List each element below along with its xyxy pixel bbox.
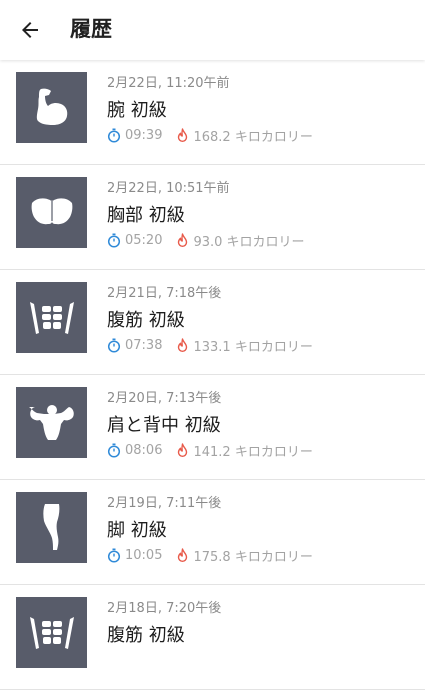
workout-duration: 05:20 [125, 233, 163, 248]
workout-name: 腕 初級 [107, 100, 167, 121]
abs-icon [29, 616, 74, 649]
arm-muscle-icon [36, 88, 67, 125]
workout-stats: 07:38 133.1 キロカロリー [107, 336, 313, 355]
workout-date: 2月21日, 7:18午後 [107, 286, 222, 301]
workout-name: 脚 初級 [107, 520, 167, 541]
workout-stats: 05:20 93.0 キロカロリー [107, 231, 305, 250]
flame-icon [178, 338, 188, 352]
workout-duration: 07:38 [125, 338, 163, 353]
flame-icon [178, 443, 188, 457]
workout-date: 2月19日, 7:11午後 [107, 496, 222, 511]
stopwatch-icon [107, 443, 121, 458]
shoulder-back-icon [28, 404, 74, 440]
flame-icon [178, 548, 188, 562]
workout-calories: 175.8 キロカロリー [193, 550, 313, 565]
workout-thumbnail [16, 492, 87, 563]
leg-icon [42, 503, 59, 550]
workout-name: 胸部 初級 [107, 205, 185, 226]
workout-date: 2月18日, 7:20午後 [107, 601, 222, 616]
stopwatch-icon [107, 233, 121, 248]
workout-name: 肩と背中 初級 [107, 415, 221, 436]
history-item[interactable]: 2月22日, 10:51午前 胸部 初級 05:20 93.0 キロカロリー [0, 165, 425, 270]
flame-icon [178, 233, 188, 247]
stopwatch-icon [107, 548, 121, 563]
workout-calories: 133.1 キロカロリー [193, 340, 313, 355]
workout-calories: 168.2 キロカロリー [193, 130, 313, 145]
workout-calories: 93.0 キロカロリー [193, 235, 305, 250]
workout-stats: 09:39 168.2 キロカロリー [107, 126, 313, 145]
stopwatch-icon [107, 128, 121, 143]
back-button[interactable] [16, 16, 44, 44]
workout-name: 腹筋 初級 [107, 310, 185, 331]
app-bar: 履歴 [0, 0, 425, 60]
page-title: 履歴 [70, 17, 112, 41]
workout-date: 2月22日, 11:20午前 [107, 76, 230, 91]
flame-icon [178, 128, 188, 142]
workout-thumbnail [16, 387, 87, 458]
workout-calories: 141.2 キロカロリー [193, 445, 313, 460]
workout-stats: 08:06 141.2 キロカロリー [107, 441, 313, 460]
history-item[interactable]: 2月21日, 7:18午後 腹筋 初級 07:38 133.1 キロカロリー [0, 270, 425, 375]
workout-thumbnail [16, 282, 87, 353]
stopwatch-icon [107, 338, 121, 353]
chest-icon [31, 197, 72, 224]
workout-date: 2月20日, 7:13午後 [107, 391, 222, 406]
workout-thumbnail [16, 597, 87, 668]
history-item[interactable]: 2月22日, 11:20午前 腕 初級 09:39 168.2 キロカロリー [0, 60, 425, 165]
workout-stats: 10:05 175.8 キロカロリー [107, 546, 313, 565]
workout-duration: 09:39 [125, 128, 163, 143]
workout-duration: 08:06 [125, 443, 163, 458]
history-item[interactable]: 2月20日, 7:13午後 肩と背中 初級 08:06 141.2 キロカロリー [0, 375, 425, 480]
history-item[interactable]: 2月19日, 7:11午後 脚 初級 10:05 175.8 キロカロリー [0, 480, 425, 585]
arrow-left-icon [22, 22, 38, 38]
history-list: 2月22日, 11:20午前 腕 初級 09:39 168.2 キロカロリー 2… [0, 60, 425, 690]
workout-duration: 10:05 [125, 548, 163, 563]
workout-thumbnail [16, 72, 87, 143]
abs-icon [29, 301, 74, 334]
workout-thumbnail [16, 177, 87, 248]
workout-date: 2月22日, 10:51午前 [107, 181, 230, 196]
history-item[interactable]: 2月18日, 7:20午後 腹筋 初級 [0, 585, 425, 690]
workout-name: 腹筋 初級 [107, 625, 185, 646]
